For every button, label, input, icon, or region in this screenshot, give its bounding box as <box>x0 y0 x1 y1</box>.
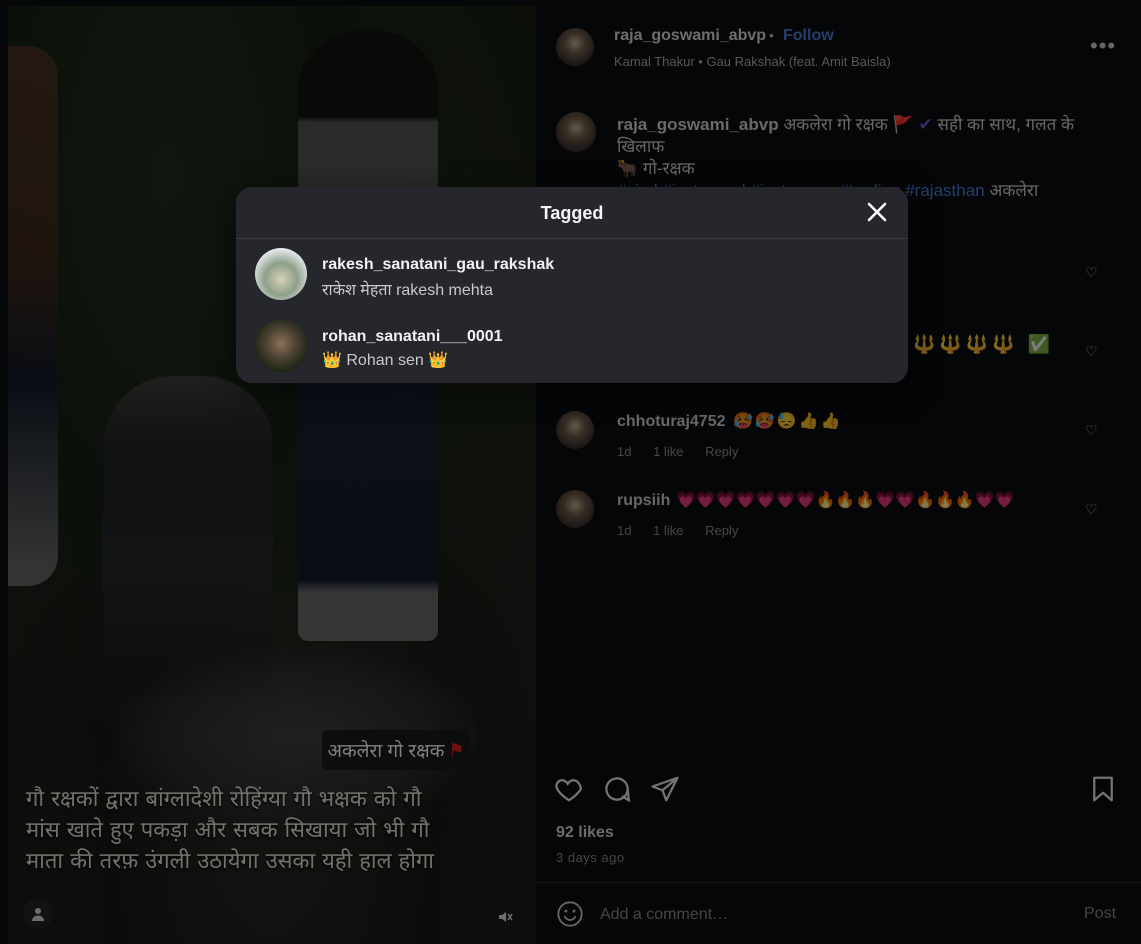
tagged-username[interactable]: rakesh_sanatani_gau_rakshak <box>322 256 554 274</box>
tagged-full-name: राकेश मेहता rakesh mehta <box>322 282 494 299</box>
tagged-full-name: 👑 Rohan sen 👑 <box>322 350 448 370</box>
tagged-user-avatar[interactable] <box>255 248 307 300</box>
tagged-user-row[interactable]: rohan_sanatani___0001 👑 Rohan sen 👑 <box>236 311 908 377</box>
crown-icon: 👑 <box>322 352 342 369</box>
post-viewer: अकलेरा गो रक्षक ⚑ गौ रक्षकों द्वारा बांग… <box>0 0 1141 944</box>
modal-backdrop[interactable] <box>0 0 1141 944</box>
tagged-user-row[interactable]: rakesh_sanatani_gau_rakshak राकेश मेहता … <box>236 239 908 305</box>
close-icon[interactable] <box>865 200 891 226</box>
dialog-header: Tagged <box>236 187 908 239</box>
dialog-title: Tagged <box>540 203 604 223</box>
crown-icon: 👑 <box>428 352 449 369</box>
tagged-username[interactable]: rohan_sanatani___0001 <box>322 328 503 346</box>
tagged-user-avatar[interactable] <box>255 320 307 372</box>
tagged-dialog: Tagged rakesh_sanatani_gau_rakshak राकेश… <box>236 187 908 383</box>
tagged-full-name-text: Rohan sen <box>346 352 424 369</box>
